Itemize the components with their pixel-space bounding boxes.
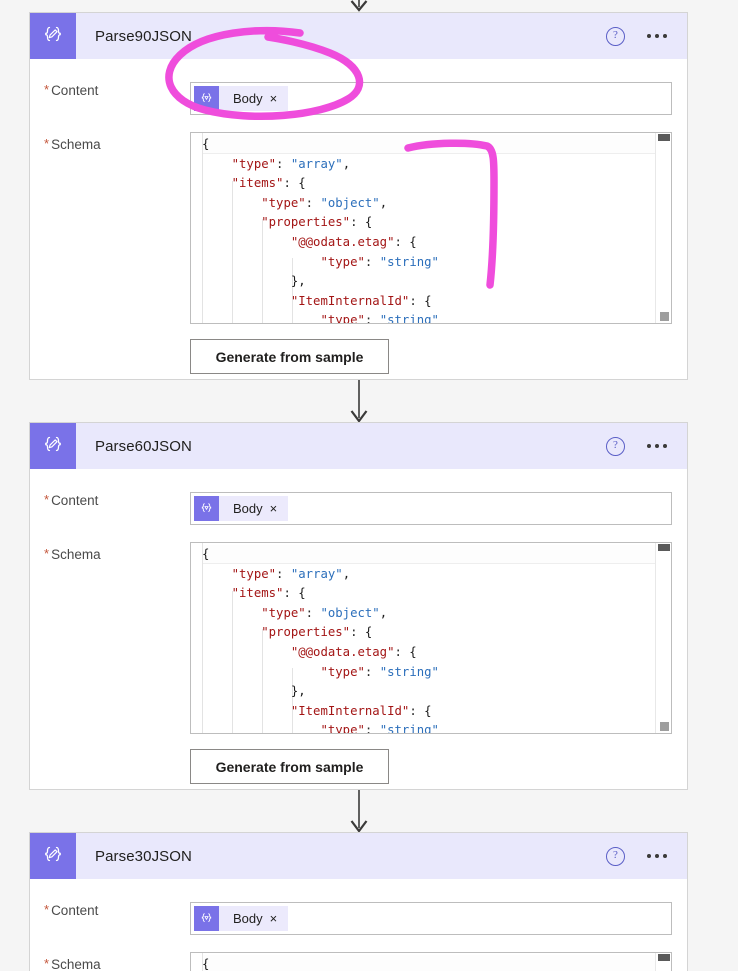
dynamic-content-token[interactable]: Body ×	[194, 496, 289, 521]
parse-json-braces-pencil-icon	[30, 833, 76, 879]
content-field-row: * Content Body ×	[30, 492, 687, 525]
content-field-row: * Content Body ×	[30, 82, 687, 115]
required-asterisk: *	[44, 492, 50, 507]
card-header[interactable]: Parse30JSON ?	[30, 833, 687, 879]
schema-field-label: * Schema	[44, 956, 101, 971]
schema-code-text[interactable]: { "type": "array", "items": { "type": "o…	[191, 133, 671, 323]
card-body: * Content Body ×	[30, 492, 687, 784]
code-scroll-area[interactable]: { "type": "array", "items": { "type": "o…	[191, 133, 671, 323]
schema-code-editor[interactable]: { "type": "array", "items": { "type": "o…	[190, 132, 672, 324]
required-asterisk: *	[44, 546, 50, 561]
content-field-label: * Content	[44, 492, 99, 508]
help-circle-icon[interactable]: ?	[606, 846, 625, 866]
code-vertical-scrollbar[interactable]	[655, 953, 671, 971]
content-input[interactable]: Body ×	[190, 82, 672, 115]
token-label: Body	[233, 501, 263, 516]
ellipsis-more-icon[interactable]	[647, 854, 667, 858]
code-vertical-scrollbar[interactable]	[655, 543, 671, 733]
schema-field-label: * Schema	[44, 546, 101, 562]
card-header-actions: ?	[606, 26, 687, 46]
close-x-icon[interactable]: ×	[270, 912, 289, 925]
help-circle-icon[interactable]: ?	[606, 436, 625, 456]
required-asterisk: *	[44, 902, 50, 917]
card-title: Parse90JSON	[95, 27, 192, 45]
connector-arrow-top	[0, 0, 738, 12]
parse-json-braces-pencil-icon	[30, 423, 76, 469]
card-body: * Content Body ×	[30, 82, 687, 374]
card-header[interactable]: Parse90JSON ?	[30, 13, 687, 59]
ellipsis-more-icon[interactable]	[647, 444, 667, 448]
card-header-actions: ?	[606, 846, 687, 866]
content-field-row: * Content Body ×	[30, 902, 687, 935]
generate-button-row: Generate from sample	[30, 339, 687, 374]
connector-arrow-1	[0, 380, 738, 424]
code-scroll-area[interactable]: { "type": "array",	[191, 953, 671, 971]
flow-designer-canvas: Parse90JSON ? * Content Body × * Schema …	[0, 0, 738, 971]
schema-field-row: * Schema { "type": "array", "items": { "t…	[30, 542, 687, 734]
action-card-parse90json[interactable]: Parse90JSON ? * Content Body × * Schema …	[29, 12, 688, 380]
ellipsis-more-icon[interactable]	[647, 34, 667, 38]
required-asterisk: *	[44, 82, 50, 97]
help-circle-icon[interactable]: ?	[606, 26, 625, 46]
connector-arrow-2	[0, 790, 738, 834]
schema-code-editor[interactable]: { "type": "array",	[190, 952, 672, 971]
card-body: * Content Body ×	[30, 902, 687, 971]
schema-code-editor[interactable]: { "type": "array", "items": { "type": "o…	[190, 542, 672, 734]
close-x-icon[interactable]: ×	[270, 502, 289, 515]
generate-from-sample-button[interactable]: Generate from sample	[190, 339, 389, 374]
scrollbar-thumb[interactable]	[658, 954, 670, 961]
card-header-actions: ?	[606, 436, 687, 456]
schema-field-row: *Schema { "type": "array",	[30, 952, 687, 971]
resize-handle[interactable]	[660, 312, 669, 321]
token-label: Body	[233, 91, 263, 106]
content-input[interactable]: Body ×	[190, 902, 672, 935]
schema-field-row: * Schema { "type": "array", "items": { "t…	[30, 132, 687, 324]
action-card-parse60json[interactable]: Parse60JSON ? * Content Body × * Schema …	[29, 422, 688, 790]
dynamic-content-braces-icon	[194, 86, 219, 111]
generate-from-sample-button[interactable]: Generate from sample	[190, 749, 389, 784]
content-field-label: * Content	[44, 82, 99, 98]
action-card-parse30json[interactable]: Parse30JSON ? * Content Body × * Schema …	[29, 832, 688, 971]
card-title: Parse30JSON	[95, 847, 192, 865]
dynamic-content-token[interactable]: Body ×	[194, 906, 289, 931]
resize-handle[interactable]	[660, 722, 669, 731]
code-scroll-area[interactable]: { "type": "array", "items": { "type": "o…	[191, 543, 671, 733]
code-vertical-scrollbar[interactable]	[655, 133, 671, 323]
content-input[interactable]: Body ×	[190, 492, 672, 525]
close-x-icon[interactable]: ×	[270, 92, 289, 105]
parse-json-braces-pencil-icon	[30, 13, 76, 59]
required-asterisk: *	[44, 956, 50, 971]
dynamic-content-braces-icon	[194, 496, 219, 521]
card-title: Parse60JSON	[95, 437, 192, 455]
required-asterisk: *	[44, 136, 50, 151]
card-header[interactable]: Parse60JSON ?	[30, 423, 687, 469]
scrollbar-thumb[interactable]	[658, 134, 670, 141]
token-label: Body	[233, 911, 263, 926]
dynamic-content-braces-icon	[194, 906, 219, 931]
schema-code-text[interactable]: { "type": "array",	[191, 953, 671, 971]
scrollbar-thumb[interactable]	[658, 544, 670, 551]
dynamic-content-token[interactable]: Body ×	[194, 86, 289, 111]
schema-field-label: * Schema	[44, 136, 101, 152]
generate-button-row: Generate from sample	[30, 749, 687, 784]
content-field-label: * Content	[44, 902, 99, 918]
schema-code-text[interactable]: { "type": "array", "items": { "type": "o…	[191, 543, 671, 733]
